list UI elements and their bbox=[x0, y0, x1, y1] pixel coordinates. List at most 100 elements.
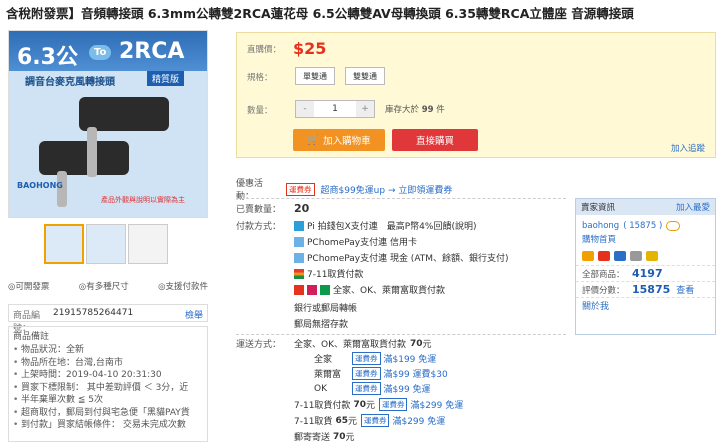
ship-post-unit: 元 bbox=[345, 433, 355, 443]
note-item: 超商取付，郵局到付與宅急便「黑貓PAY貨 bbox=[13, 407, 203, 420]
seller-name[interactable]: baohong bbox=[582, 221, 619, 231]
shipping-divider bbox=[236, 334, 566, 335]
pi-wallet-icon bbox=[294, 220, 304, 231]
ship-post-price: 70 bbox=[333, 431, 346, 442]
about-row: 關於我 bbox=[576, 297, 715, 313]
ship-tag: 運費券 bbox=[378, 398, 408, 411]
ship-promo[interactable]: 滿$299 免運 bbox=[392, 414, 445, 427]
pay-label: 付款方式： bbox=[236, 222, 282, 232]
ship-row-3: OK 運費券 滿$99 免運 bbox=[314, 382, 431, 395]
spec-option-2[interactable]: 雙雙通 bbox=[345, 67, 385, 85]
lock-icon bbox=[630, 251, 642, 261]
ship-tag: 運費券 bbox=[352, 367, 381, 380]
product-title: 含稅附發票】音頻轉接頭 6.3mm公轉雙2RCA蓮花母 6.5公轉雙AV母轉換頭… bbox=[6, 6, 634, 21]
ship-row-2: 萊爾富 運費券 滿$99 運費$30 bbox=[314, 367, 448, 380]
ship-7112-unit: 元 bbox=[347, 417, 357, 427]
ship-promo[interactable]: 滿$199 免運 bbox=[384, 352, 437, 365]
pchomepay-icon bbox=[294, 236, 304, 247]
spec-option-1[interactable]: 單雙通 bbox=[295, 67, 335, 85]
report-link[interactable]: 檢舉 bbox=[185, 308, 203, 321]
ship-head-row: 運送方式： 全家、OK、萊爾富取貨付款 70 元 bbox=[236, 337, 432, 351]
note-item: 上架時間：2019-04-10 20:31:30 bbox=[13, 369, 203, 382]
note-item: 到付款」買家結帳條件： 交易未完成次數 bbox=[13, 419, 203, 432]
payment-feature: ◎支援付款件 bbox=[158, 282, 208, 292]
hilife-icon bbox=[307, 284, 317, 295]
note-item: 半年棄單次數 ≦ 5次 bbox=[13, 394, 203, 407]
ship-711-row: 7-11取貨付款 70 元 運費券 滿$299 免運 bbox=[294, 398, 463, 411]
payment-item: 郵局無摺存款 bbox=[294, 320, 349, 330]
add-to-cart-label: 加入購物車 bbox=[323, 136, 371, 147]
promo-tag: 運費券 bbox=[286, 182, 315, 196]
ship-711: 7-11取貨付款 bbox=[294, 401, 351, 411]
seller-home-link[interactable]: 購物首頁 bbox=[576, 231, 715, 247]
ok-icon bbox=[294, 284, 304, 295]
payment-item: 全家、OK、萊爾富取貨付款 bbox=[333, 286, 445, 296]
shield-icon bbox=[646, 251, 658, 261]
payment-item: 銀行或郵局轉帳 bbox=[294, 304, 358, 314]
ship-7112-row: 7-11取貨 65 元 運費券 滿$299 免運 bbox=[294, 414, 445, 427]
ship-tag: 運費券 bbox=[352, 352, 381, 365]
spec-label: 規格： bbox=[247, 73, 273, 83]
badge-icon bbox=[582, 251, 594, 261]
promo-link[interactable]: 超商$99免運up → 立即領運費券 bbox=[321, 183, 453, 196]
ship-711-unit: 元 bbox=[365, 401, 375, 411]
buy-box: 直購價： $25 規格： 單雙通 雙雙通 數量： - 1 + 庫存大於 99 件… bbox=[236, 32, 716, 158]
payment-row-7: 郵局無摺存款 bbox=[294, 317, 348, 330]
payment-item: Pi 拍錢包X支付連 最高P幣4%回饋(說明) bbox=[307, 222, 477, 232]
seller-rating[interactable]: ( 15875 ) bbox=[623, 221, 662, 231]
price-value: $25 bbox=[293, 39, 327, 58]
payment-row-2: PChomePay支付連 信用卡 bbox=[294, 235, 417, 248]
sold-value: 20 bbox=[294, 202, 310, 215]
sku-label: 商品編號： bbox=[13, 311, 41, 334]
badge-icon bbox=[614, 251, 626, 261]
all-products-value[interactable]: 4197 bbox=[632, 267, 663, 280]
price-label: 直購價： bbox=[247, 45, 282, 55]
note-item: 買家下標限制： 其中差勁評價 ＜ 3分，近 bbox=[13, 382, 203, 395]
seller-name-row: baohong ( 15875 ) bbox=[576, 215, 715, 231]
about-seller-link[interactable]: 關於我 bbox=[582, 299, 609, 312]
qty-minus-button[interactable]: - bbox=[296, 101, 314, 117]
seven-eleven-icon bbox=[294, 268, 304, 279]
product-notes: 商品備註 物品狀況：全新 物品所在地：台灣,台南市 上架時間：2019-04-1… bbox=[8, 326, 208, 442]
image-badge: 精質版 bbox=[147, 71, 185, 86]
familymart-icon bbox=[320, 284, 330, 295]
qty-label: 數量： bbox=[247, 106, 273, 116]
thumbnail-1[interactable] bbox=[44, 224, 84, 264]
image-text-rca: 2RCA bbox=[119, 39, 185, 64]
payment-row-6: 銀行或郵局轉帳 bbox=[294, 301, 357, 314]
payment-item: PChomePay支付連 信用卡 bbox=[307, 238, 417, 248]
payment-row-5: 全家、OK、萊爾富取貨付款 bbox=[294, 283, 445, 296]
ship-promo[interactable]: 滿$99 免運 bbox=[384, 382, 431, 395]
sku-row: 商品編號： 21915785264471 檢舉 bbox=[8, 304, 208, 334]
view-rating-link[interactable]: 查看 bbox=[676, 283, 694, 296]
brand-logo: BAOHONG bbox=[17, 181, 63, 190]
payment-item: 7-11取貨付款 bbox=[307, 270, 364, 280]
rating-row: 評價分數： 15875 查看 bbox=[576, 281, 715, 297]
adapter-pin bbox=[87, 127, 97, 177]
image-text-63: 6.3公 bbox=[17, 45, 78, 70]
quantity-stepper: - 1 + bbox=[295, 100, 375, 118]
product-main-image[interactable]: 6.3公 To 2RCA 調音台麥克風轉接頭 精質版 BAOHONG 產品外觀與… bbox=[8, 30, 208, 218]
sku-value: 21915785264471 bbox=[53, 308, 134, 318]
pchomepay-icon bbox=[294, 252, 304, 263]
thumbnail-3[interactable] bbox=[128, 224, 168, 264]
ship-promo[interactable]: 滿$99 運費$30 bbox=[384, 367, 448, 380]
thumbnail-2[interactable] bbox=[86, 224, 126, 264]
note-item: 物品狀況：全新 bbox=[13, 344, 203, 357]
stock-text: 庫存大於 bbox=[385, 105, 420, 115]
ship-head: 全家、OK、萊爾富取貨付款 bbox=[294, 340, 406, 350]
rating-value: 15875 bbox=[632, 283, 671, 296]
qty-plus-button[interactable]: + bbox=[356, 101, 374, 117]
qty-input[interactable]: 1 bbox=[314, 101, 356, 117]
buy-now-button[interactable]: 直接購買 bbox=[392, 129, 478, 151]
ship-head-price: 70 bbox=[410, 338, 423, 349]
add-to-cart-button[interactable]: 🛒 加入購物車 bbox=[293, 129, 385, 151]
follow-seller-link[interactable]: 加入最愛 bbox=[676, 201, 710, 213]
seller-header: 賣家資訊 加入最愛 bbox=[576, 199, 715, 215]
payment-row-1: 付款方式： Pi 拍錢包X支付連 最高P幣4%回饋(說明) bbox=[236, 219, 477, 232]
chat-icon[interactable] bbox=[666, 221, 681, 231]
ship-promo[interactable]: 滿$299 免運 bbox=[410, 398, 463, 411]
cart-icon: 🛒 bbox=[307, 134, 320, 146]
invoice-feature: ◎可開發票 bbox=[8, 282, 50, 292]
track-link[interactable]: 加入追蹤 bbox=[671, 142, 705, 154]
